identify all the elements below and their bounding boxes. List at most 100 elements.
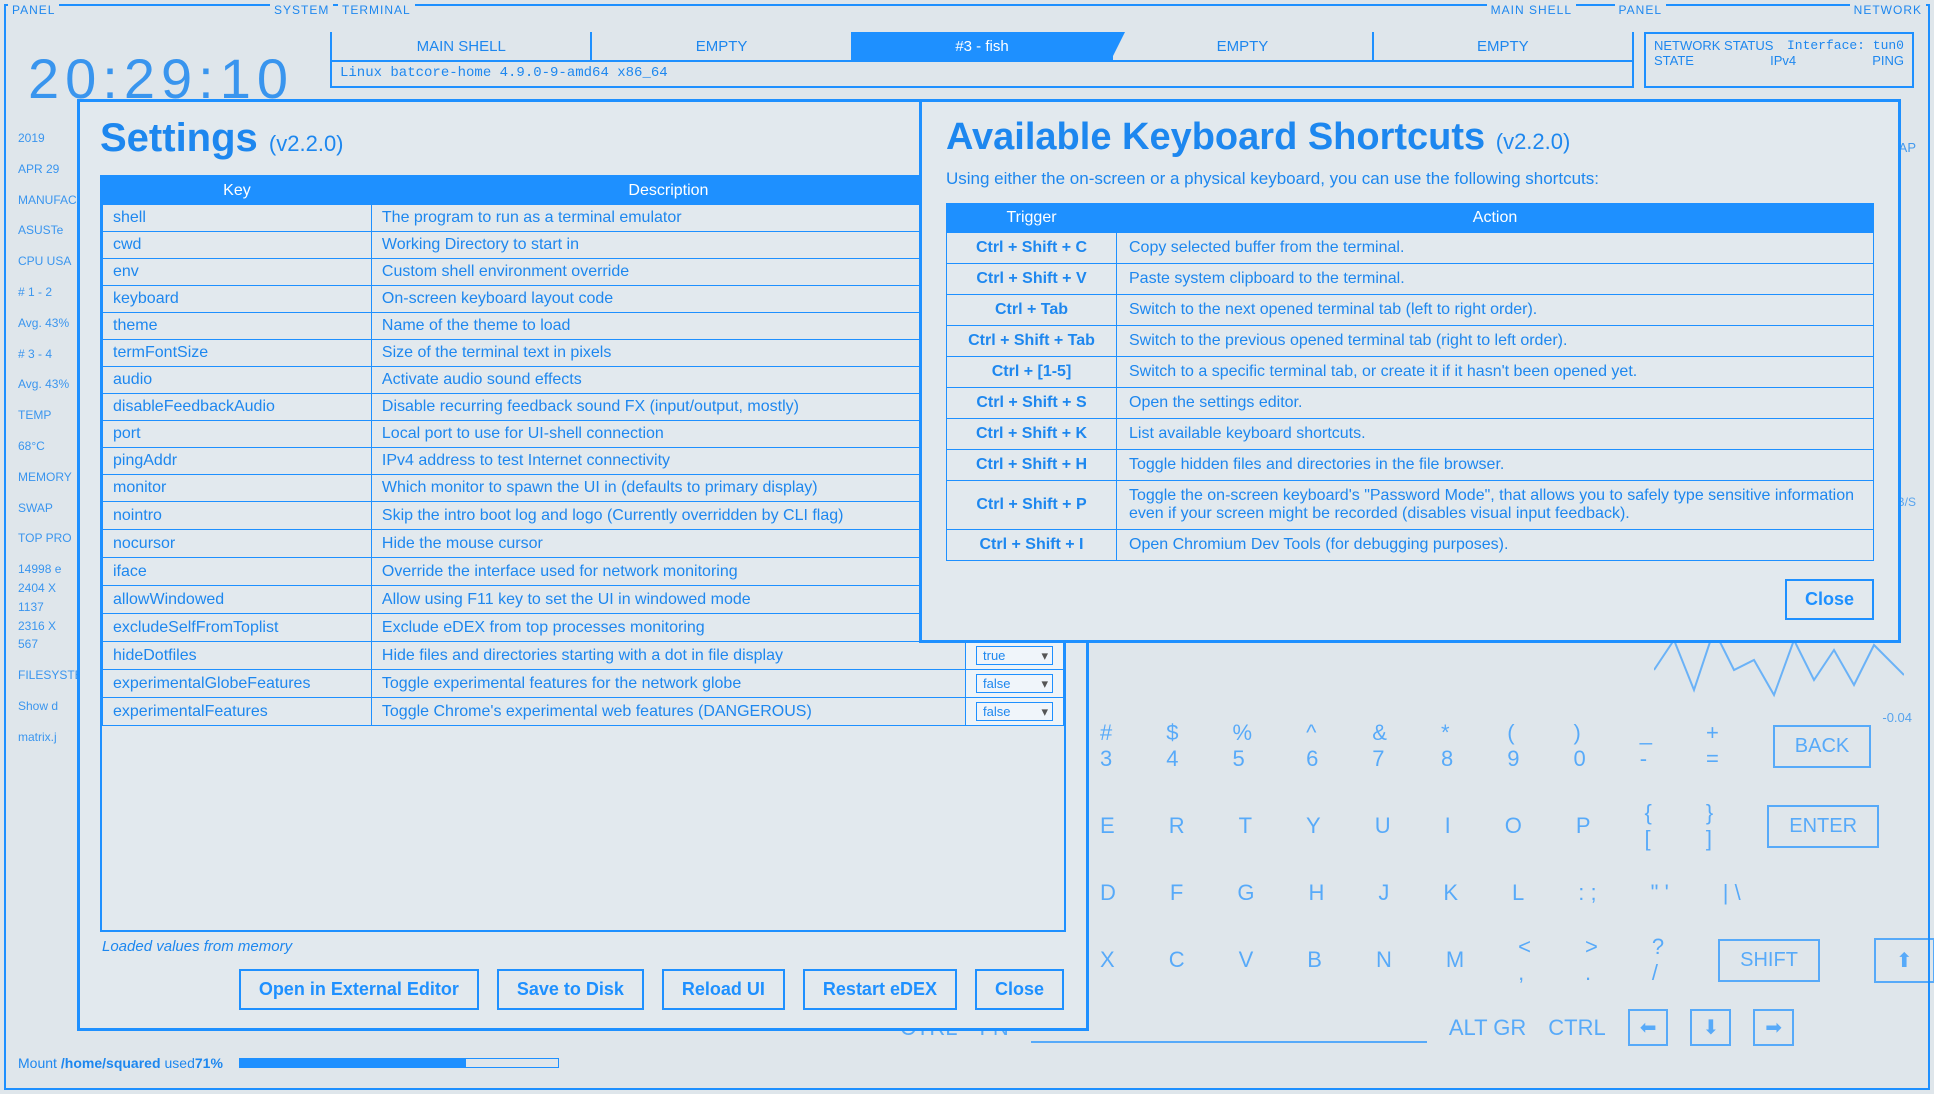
setting-value[interactable]: false bbox=[966, 698, 1064, 726]
key-ctrl[interactable]: CTRL bbox=[1548, 1015, 1605, 1041]
shortcuts-table: Trigger Action Ctrl + Shift + CCopy sele… bbox=[946, 203, 1874, 561]
network-status-box: NETWORK STATUSInterface: tun0 STATEIPv4P… bbox=[1644, 32, 1914, 88]
tab-0[interactable]: MAIN SHELL bbox=[330, 32, 592, 60]
label-network: NETWORK bbox=[1850, 3, 1926, 17]
setting-key: keyboard bbox=[103, 286, 372, 313]
key-g[interactable]: G bbox=[1237, 880, 1254, 906]
shortcuts-title: Available Keyboard Shortcuts (v2.2.0) bbox=[946, 116, 1874, 159]
key-j[interactable]: J bbox=[1378, 880, 1389, 906]
shortcuts-version: (v2.2.0) bbox=[1496, 129, 1571, 154]
label-main-shell: MAIN SHELL bbox=[1487, 3, 1576, 17]
key-x[interactable]: X bbox=[1100, 947, 1115, 973]
key-n[interactable]: N bbox=[1376, 947, 1392, 973]
shortcut-row: Ctrl + Shift + IOpen Chromium Dev Tools … bbox=[947, 530, 1874, 561]
key-t[interactable]: T bbox=[1239, 813, 1252, 839]
key-7[interactable]: & 7 bbox=[1372, 720, 1387, 772]
key-[interactable]: : ; bbox=[1578, 880, 1596, 906]
key-space[interactable] bbox=[1031, 1013, 1427, 1043]
tab-4[interactable]: EMPTY bbox=[1374, 32, 1634, 60]
key-c[interactable]: C bbox=[1169, 947, 1185, 973]
fs-used-label: used bbox=[165, 1055, 195, 1071]
setting-key: shell bbox=[103, 205, 372, 232]
key-[interactable]: < , bbox=[1518, 934, 1531, 986]
setting-key: monitor bbox=[103, 475, 372, 502]
key-u[interactable]: U bbox=[1375, 813, 1391, 839]
key-[interactable]: " ' bbox=[1651, 880, 1669, 906]
key-r[interactable]: R bbox=[1169, 813, 1185, 839]
key-9[interactable]: ( 9 bbox=[1507, 720, 1519, 772]
key-0[interactable]: ) 0 bbox=[1573, 720, 1585, 772]
key-[interactable]: } ] bbox=[1706, 800, 1713, 852]
shortcut-action: Toggle the on-screen keyboard's "Passwor… bbox=[1117, 481, 1874, 530]
tab-2[interactable]: #3 - fish bbox=[853, 32, 1113, 60]
key-6[interactable]: ^ 6 bbox=[1306, 720, 1318, 772]
edge-labels: PANEL SYSTEM TERMINAL MAIN SHELL PANEL N… bbox=[8, 0, 1926, 22]
settings-open-in-external-editor-button[interactable]: Open in External Editor bbox=[239, 969, 479, 1010]
setting-desc: Name of the theme to load bbox=[371, 313, 965, 340]
setting-desc: Size of the terminal text in pixels bbox=[371, 340, 965, 367]
key-p[interactable]: P bbox=[1576, 813, 1591, 839]
setting-key: theme bbox=[103, 313, 372, 340]
label-terminal: TERMINAL bbox=[338, 3, 415, 17]
key-[interactable]: ⬅ bbox=[1628, 1009, 1669, 1046]
key-3[interactable]: # 3 bbox=[1100, 720, 1112, 772]
key-5[interactable]: % 5 bbox=[1233, 720, 1253, 772]
key-[interactable]: _ - bbox=[1640, 720, 1652, 772]
net-rate: -0.04 bbox=[1882, 710, 1912, 725]
setting-value[interactable]: false bbox=[966, 670, 1064, 698]
key-e[interactable]: E bbox=[1100, 813, 1115, 839]
setting-key: excludeSelfFromToplist bbox=[103, 614, 372, 642]
tab-1[interactable]: EMPTY bbox=[592, 32, 852, 60]
setting-desc: Allow using F11 key to set the UI in win… bbox=[371, 586, 965, 614]
setting-desc: IPv4 address to test Internet connectivi… bbox=[371, 448, 965, 475]
shortcuts-close-button[interactable]: Close bbox=[1785, 579, 1874, 620]
key-h[interactable]: H bbox=[1308, 880, 1324, 906]
col-desc: Description bbox=[371, 178, 965, 205]
key-shift[interactable]: SHIFT bbox=[1718, 939, 1820, 982]
key-[interactable]: ⬆ bbox=[1874, 938, 1934, 983]
shortcut-trigger: Ctrl + [1-5] bbox=[947, 357, 1117, 388]
shortcut-trigger: Ctrl + Shift + V bbox=[947, 264, 1117, 295]
key-[interactable]: > . bbox=[1585, 934, 1598, 986]
key-[interactable]: | \ bbox=[1723, 880, 1741, 906]
tab-3[interactable]: EMPTY bbox=[1113, 32, 1373, 60]
key-b[interactable]: B bbox=[1307, 947, 1322, 973]
settings-restart-edex-button[interactable]: Restart eDEX bbox=[803, 969, 957, 1010]
key-[interactable]: ⬇ bbox=[1690, 1009, 1731, 1046]
key-back[interactable]: BACK bbox=[1773, 725, 1871, 768]
shortcut-trigger: Ctrl + Tab bbox=[947, 295, 1117, 326]
key-[interactable]: { [ bbox=[1645, 800, 1652, 852]
key-o[interactable]: O bbox=[1505, 813, 1522, 839]
setting-key: allowWindowed bbox=[103, 586, 372, 614]
settings-reload-ui-button[interactable]: Reload UI bbox=[662, 969, 785, 1010]
setting-value[interactable]: true bbox=[966, 642, 1064, 670]
key-8[interactable]: * 8 bbox=[1441, 720, 1453, 772]
key-4[interactable]: $ 4 bbox=[1166, 720, 1178, 772]
key-i[interactable]: I bbox=[1445, 813, 1451, 839]
fs-mount-label: Mount bbox=[18, 1055, 57, 1071]
key-[interactable]: + = bbox=[1706, 720, 1719, 772]
key-[interactable]: ➡ bbox=[1753, 1009, 1794, 1046]
key-v[interactable]: V bbox=[1239, 947, 1254, 973]
key-l[interactable]: L bbox=[1512, 880, 1524, 906]
key-y[interactable]: Y bbox=[1306, 813, 1321, 839]
key-[interactable]: ? / bbox=[1652, 934, 1664, 986]
shortcut-action: List available keyboard shortcuts. bbox=[1117, 419, 1874, 450]
net-title: NETWORK STATUS bbox=[1654, 38, 1773, 53]
setting-key: audio bbox=[103, 367, 372, 394]
setting-desc: Hide files and directories starting with… bbox=[371, 642, 965, 670]
key-d[interactable]: D bbox=[1100, 880, 1116, 906]
key-m[interactable]: M bbox=[1446, 947, 1464, 973]
setting-desc: Toggle Chrome's experimental web feature… bbox=[371, 698, 965, 726]
shortcut-row: Ctrl + Shift + VPaste system clipboard t… bbox=[947, 264, 1874, 295]
setting-key: cwd bbox=[103, 232, 372, 259]
settings-save-to-disk-button[interactable]: Save to Disk bbox=[497, 969, 644, 1010]
key-altgr[interactable]: ALT GR bbox=[1449, 1015, 1526, 1041]
key-f[interactable]: F bbox=[1170, 880, 1183, 906]
key-k[interactable]: K bbox=[1443, 880, 1458, 906]
settings-close-button[interactable]: Close bbox=[975, 969, 1064, 1010]
setting-desc: Custom shell environment override bbox=[371, 259, 965, 286]
shortcut-row: Ctrl + [1-5]Switch to a specific termina… bbox=[947, 357, 1874, 388]
key-enter[interactable]: ENTER bbox=[1767, 805, 1879, 848]
net-col-ping: PING bbox=[1872, 53, 1904, 68]
